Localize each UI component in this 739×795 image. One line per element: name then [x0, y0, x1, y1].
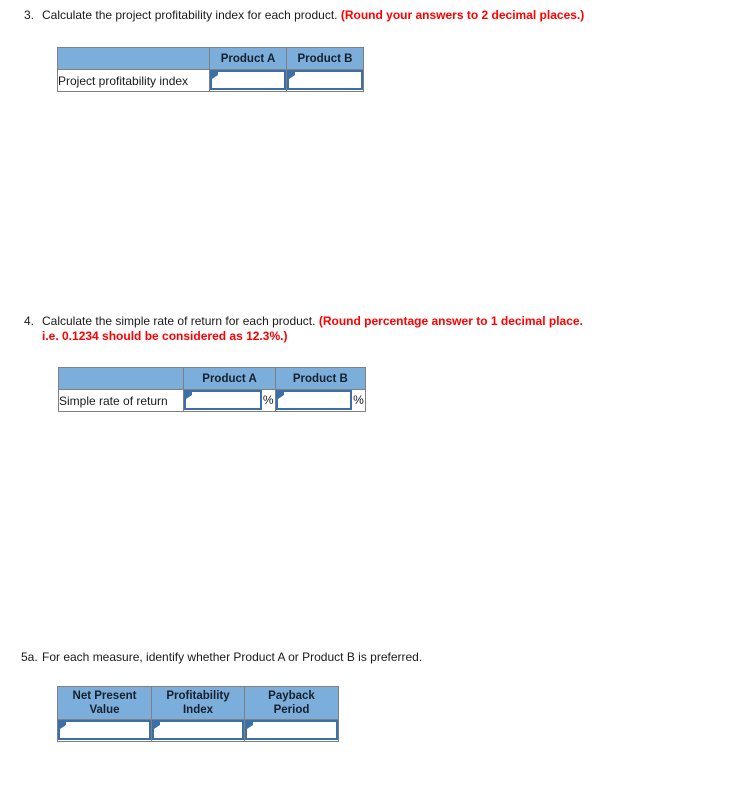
row-label-project-profitability-index: Project profitability index: [57, 69, 210, 92]
answer-input-profitability-index[interactable]: [152, 720, 244, 740]
row-label-simple-rate-of-return: Simple rate of return: [57, 389, 185, 412]
header-line-1: Net Present: [72, 690, 137, 702]
header-line-1: Payback: [268, 690, 315, 702]
table-header-row: Product A Product B: [57, 47, 364, 70]
input-cell-wrapper: [210, 70, 286, 91]
question-3-number: 3.: [24, 8, 35, 22]
header-cell-product-b: Product B: [286, 47, 364, 70]
table-row: Simple rate of return % %: [57, 389, 367, 412]
table-header-row: Product A Product B: [57, 367, 367, 390]
question-3-prompt-row: 3. Calculate the project profitability i…: [24, 8, 584, 23]
header-cell-payback-period: Payback Period: [244, 686, 339, 720]
simple-rate-of-return-table: Product A Product B Simple rate of retur…: [57, 367, 367, 412]
percent-suffix-product-b: %: [352, 390, 365, 411]
question-3-text: Calculate the project profitability inde…: [42, 8, 584, 23]
header-cell-product-a: Product A: [183, 367, 276, 390]
header-line-2: Value: [89, 704, 120, 716]
table-header-row: Net Present Value Profitability Index Pa…: [57, 686, 339, 720]
preferred-measure-table: Net Present Value Profitability Index Pa…: [57, 686, 339, 742]
question-4-number: 4.: [24, 314, 35, 328]
question-4-prompt: Calculate the simple rate of return for …: [42, 314, 316, 328]
header-cell-blank: [57, 367, 185, 390]
input-cell-profitability-index[interactable]: [151, 719, 245, 742]
question-4-note-line2: i.e. 0.1234 should be considered as 12.3…: [42, 329, 288, 343]
input-cell-wrapper: [287, 70, 363, 91]
input-cell-wrapper: [152, 720, 244, 741]
question-3-block: 3. Calculate the project profitability i…: [24, 8, 584, 23]
question-3-prompt: Calculate the project profitability inde…: [42, 8, 338, 22]
header-cell-product-b: Product B: [274, 367, 367, 390]
header-cell-profitability-index: Profitability Index: [151, 686, 245, 720]
percent-suffix-product-a: %: [261, 390, 275, 411]
question-4-prompt-row: 4. Calculate the simple rate of return f…: [24, 314, 583, 344]
input-cell-wrapper: [58, 720, 151, 741]
header-cell-net-present-value: Net Present Value: [57, 686, 152, 720]
answer-input-simple-rate-of-return-product-b[interactable]: [275, 390, 352, 410]
question-4-text: Calculate the simple rate of return for …: [42, 314, 583, 344]
question-5a-prompt-row: 5a. For each measure, identify whether P…: [21, 650, 422, 665]
answer-input-net-present-value[interactable]: [58, 720, 151, 740]
question-5a-block: 5a. For each measure, identify whether P…: [21, 650, 422, 665]
input-cell-net-present-value[interactable]: [57, 719, 152, 742]
input-cell-wrapper: [245, 720, 338, 741]
input-cell-wrapper: %: [184, 390, 275, 411]
header-line-2: Index: [182, 704, 214, 716]
question-5a-text: For each measure, identify whether Produ…: [42, 650, 422, 665]
table-row: [57, 719, 339, 742]
input-cell-wrapper: %: [275, 390, 365, 411]
question-5a-prompt: For each measure, identify whether Produ…: [42, 650, 423, 664]
input-cell-product-a[interactable]: %: [183, 389, 276, 412]
answer-input-profitability-index-product-a[interactable]: [210, 70, 286, 90]
question-3-note: (Round your answers to 2 decimal places.…: [340, 8, 585, 22]
project-profitability-index-table: Product A Product B Project profitabilit…: [57, 47, 364, 92]
header-cell-product-a: Product A: [209, 47, 287, 70]
input-cell-product-b[interactable]: [286, 69, 364, 92]
input-cell-product-b[interactable]: %: [274, 389, 367, 412]
question-5a-number: 5a.: [21, 650, 38, 664]
header-line-2: Period: [273, 704, 310, 716]
input-cell-product-a[interactable]: [209, 69, 287, 92]
answer-input-profitability-index-product-b[interactable]: [287, 70, 363, 90]
header-cell-blank: [57, 47, 210, 70]
answer-input-payback-period[interactable]: [245, 720, 338, 740]
answer-input-simple-rate-of-return-product-a[interactable]: [184, 390, 262, 410]
input-cell-payback-period[interactable]: [244, 719, 339, 742]
question-4-block: 4. Calculate the simple rate of return f…: [24, 314, 583, 344]
question-4-note: (Round percentage answer to 1 decimal pl…: [318, 314, 583, 328]
header-line-1: Profitability: [166, 690, 230, 702]
table-row: Project profitability index: [57, 69, 364, 92]
